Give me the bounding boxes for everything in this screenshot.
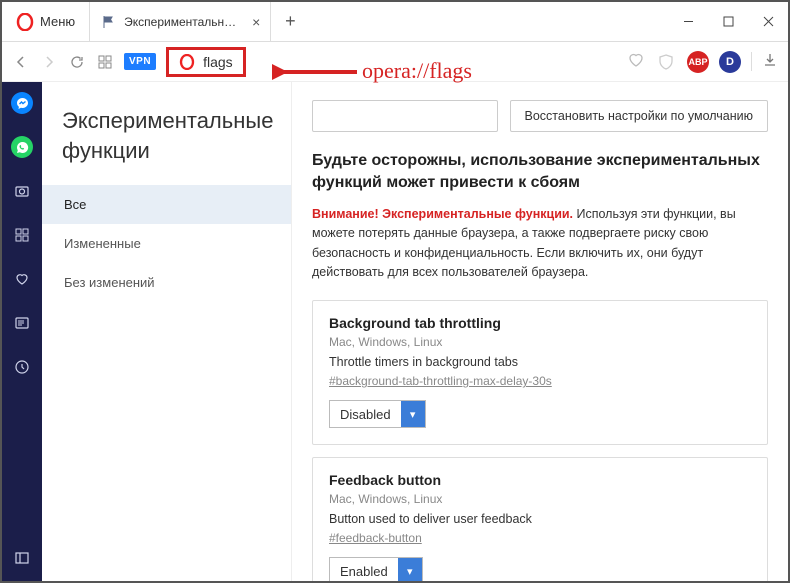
- warning-red-label: Внимание! Экспериментальные функции.: [312, 207, 573, 221]
- close-tab-icon[interactable]: ×: [252, 15, 260, 29]
- bookmark-heart-icon[interactable]: [627, 51, 645, 72]
- opera-o-icon: [179, 54, 195, 70]
- leftnav-all[interactable]: Все: [42, 185, 291, 224]
- speed-dial-button[interactable]: [96, 53, 114, 71]
- menu-label: Меню: [40, 14, 75, 29]
- tab-title: Экспериментальные функ: [124, 15, 244, 29]
- warning-heading: Будьте осторожны, использование эксперим…: [312, 150, 768, 195]
- maximize-button[interactable]: [708, 2, 748, 41]
- flag-hashtag-link[interactable]: #feedback-button: [329, 531, 422, 545]
- tab-active[interactable]: Экспериментальные функ ×: [89, 2, 271, 41]
- flag-description: Throttle timers in background tabs: [329, 355, 751, 369]
- back-button[interactable]: [12, 53, 30, 71]
- new-tab-button[interactable]: +: [271, 2, 309, 41]
- shield-icon[interactable]: [655, 51, 677, 73]
- forward-button[interactable]: [40, 53, 58, 71]
- chevron-down-icon: ▾: [401, 401, 425, 427]
- search-input[interactable]: [312, 100, 498, 132]
- flag-select-value: Disabled: [330, 407, 401, 422]
- vpn-badge[interactable]: VPN: [124, 53, 156, 70]
- flag-select-value: Enabled: [330, 564, 398, 579]
- news-sidebar-icon[interactable]: [11, 312, 33, 334]
- page-title: Экспериментальные функции: [42, 82, 291, 185]
- whatsapp-icon[interactable]: [11, 136, 33, 158]
- opera-menu-button[interactable]: Меню: [2, 2, 89, 41]
- chevron-down-icon: ▾: [398, 558, 422, 583]
- flag-title: Feedback button: [329, 472, 751, 488]
- window-controls: [668, 2, 788, 41]
- speed-dial-sidebar-icon[interactable]: [11, 224, 33, 246]
- flag-icon: [102, 15, 116, 29]
- main-area: Экспериментальные функции Все Измененные…: [2, 82, 788, 583]
- url-text[interactable]: flags: [203, 54, 233, 70]
- reload-button[interactable]: [68, 53, 86, 71]
- reset-defaults-button[interactable]: Восстановить настройки по умолчанию: [510, 100, 768, 132]
- leftnav-unmodified[interactable]: Без изменений: [42, 263, 291, 302]
- titlebar: Меню Экспериментальные функ × +: [2, 2, 788, 42]
- flag-select[interactable]: Enabled ▾: [329, 557, 423, 583]
- messenger-icon[interactable]: [11, 92, 33, 114]
- browser-window: Меню Экспериментальные функ × + VPN flag…: [0, 0, 790, 583]
- flag-title: Background tab throttling: [329, 315, 751, 331]
- address-bar: VPN flags ABP D: [2, 42, 788, 82]
- flag-select[interactable]: Disabled ▾: [329, 400, 426, 428]
- history-sidebar-icon[interactable]: [11, 356, 33, 378]
- downloads-icon[interactable]: [751, 52, 778, 71]
- flag-card: Background tab throttling Mac, Windows, …: [312, 300, 768, 445]
- opera-logo-icon: [16, 13, 34, 31]
- heart-sidebar-icon[interactable]: [11, 268, 33, 290]
- flag-description: Button used to deliver user feedback: [329, 512, 751, 526]
- close-window-button[interactable]: [748, 2, 788, 41]
- flag-platforms: Mac, Windows, Linux: [329, 335, 751, 349]
- sidebar-panel: [2, 82, 42, 583]
- flags-content: Восстановить настройки по умолчанию Будь…: [292, 82, 788, 583]
- minimize-button[interactable]: [668, 2, 708, 41]
- flags-left-nav: Экспериментальные функции Все Измененные…: [42, 82, 292, 583]
- warning-paragraph: Внимание! Экспериментальные функции. Исп…: [312, 205, 768, 283]
- leftnav-modified[interactable]: Измененные: [42, 224, 291, 263]
- adblock-plus-icon[interactable]: ABP: [687, 51, 709, 73]
- panel-toggle-icon[interactable]: [11, 547, 33, 569]
- flag-card: Feedback button Mac, Windows, Linux Butt…: [312, 457, 768, 583]
- flag-platforms: Mac, Windows, Linux: [329, 492, 751, 506]
- url-field[interactable]: [256, 49, 617, 75]
- extension-d-icon[interactable]: D: [719, 51, 741, 73]
- flag-hashtag-link[interactable]: #background-tab-throttling-max-delay-30s: [329, 374, 552, 388]
- top-row: Восстановить настройки по умолчанию: [312, 100, 768, 132]
- url-highlight-box: flags: [166, 47, 246, 77]
- camera-icon[interactable]: [11, 180, 33, 202]
